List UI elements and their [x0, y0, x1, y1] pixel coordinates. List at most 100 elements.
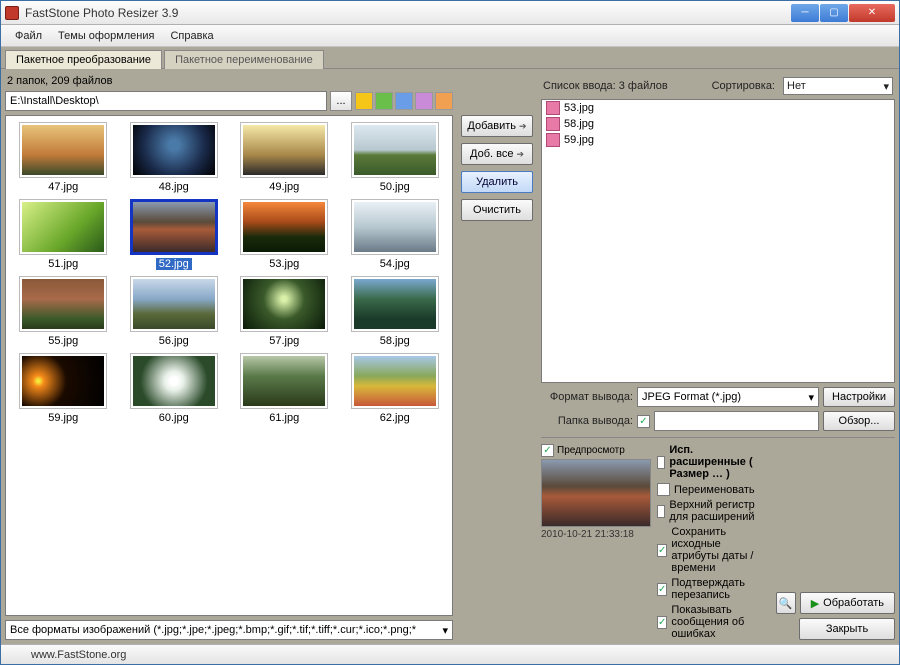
preview-checkbox[interactable]: ✓ — [541, 444, 554, 457]
minimize-button[interactable]: ─ — [791, 4, 819, 22]
output-folder-row: Папка вывода: ✓ Обзор... — [541, 411, 895, 431]
tab-batch-convert[interactable]: Пакетное преобразование — [5, 50, 162, 69]
website-link[interactable]: www.FastStone.org — [31, 649, 126, 661]
thumbnail-item[interactable]: 54.jpg — [344, 199, 447, 270]
menu-help[interactable]: Справка — [162, 28, 221, 44]
list-item-label: 58.jpg — [564, 118, 594, 130]
menu-file[interactable]: Файл — [7, 28, 50, 44]
thumbnail-label: 55.jpg — [45, 335, 81, 347]
settings-button[interactable]: Настройки — [823, 387, 895, 407]
thumbnail-image — [240, 199, 328, 255]
show-errors-label: Показывать сообщения об ошибках — [671, 604, 769, 640]
list-item[interactable]: 58.jpg — [542, 116, 894, 132]
thumbnail-item[interactable]: 57.jpg — [233, 276, 336, 347]
thumbnail-label: 48.jpg — [156, 181, 192, 193]
thumbnail-image — [240, 353, 328, 409]
show-errors-checkbox[interactable]: ✓ — [657, 616, 667, 629]
thumbnail-label: 53.jpg — [266, 258, 302, 270]
file-type-filter[interactable]: Все форматы изображений (*.jpg;*.jpe;*.j… — [5, 620, 453, 640]
format-dropdown[interactable]: JPEG Format (*.jpg) ▾ — [637, 387, 819, 407]
add-all-button[interactable]: Доб. все➔ — [461, 143, 533, 165]
thumbnail-item[interactable]: 51.jpg — [12, 199, 115, 270]
list-item[interactable]: 53.jpg — [542, 100, 894, 116]
thumbnail-image — [19, 276, 107, 332]
rename-checkbox[interactable] — [657, 483, 670, 496]
view-details-icon[interactable] — [435, 92, 453, 110]
image-file-icon — [546, 133, 560, 147]
thumbnail-item[interactable]: 60.jpg — [123, 353, 226, 424]
thumbnail-label: 60.jpg — [156, 412, 192, 424]
app-window: FastStone Photo Resizer 3.9 ─ ▢ ✕ Файл Т… — [0, 0, 900, 665]
add-button[interactable]: Добавить➔ — [461, 115, 533, 137]
thumbnail-item[interactable]: 52.jpg — [123, 199, 226, 270]
window-title: FastStone Photo Resizer 3.9 — [25, 6, 790, 20]
view-thumbnails-icon[interactable] — [395, 92, 413, 110]
toolbar-icons — [355, 92, 453, 110]
thumbnail-item[interactable]: 56.jpg — [123, 276, 226, 347]
thumbnail-label: 59.jpg — [45, 412, 81, 424]
close-window-button[interactable]: Закрыть — [799, 618, 895, 640]
thumbnail-label: 62.jpg — [377, 412, 413, 424]
thumbnail-image — [351, 122, 439, 178]
arrow-right-icon: ➔ — [519, 121, 527, 132]
refresh-icon[interactable] — [375, 92, 393, 110]
thumbnail-image — [351, 276, 439, 332]
thumbnail-image — [351, 353, 439, 409]
thumbnail-item[interactable]: 55.jpg — [12, 276, 115, 347]
browse-output-button[interactable]: Обзор... — [823, 411, 895, 431]
thumbnail-label: 56.jpg — [156, 335, 192, 347]
separator — [541, 437, 895, 438]
uppercase-ext-checkbox[interactable] — [657, 505, 665, 518]
input-file-list[interactable]: 53.jpg 58.jpg 59.jpg — [541, 99, 895, 383]
thumbnail-label: 52.jpg — [156, 258, 192, 270]
tab-batch-rename[interactable]: Пакетное переименование — [164, 50, 324, 69]
thumbnail-item[interactable]: 58.jpg — [344, 276, 447, 347]
thumbnail-item[interactable]: 49.jpg — [233, 122, 336, 193]
file-type-text: Все форматы изображений (*.jpg;*.jpe;*.j… — [10, 624, 416, 636]
format-label: Формат вывода: — [541, 391, 633, 403]
thumbnail-panel[interactable]: 47.jpg 48.jpg 49.jpg50.jpg 51.jpg 52.jpg 53.j… — [5, 115, 453, 616]
maximize-button[interactable]: ▢ — [820, 4, 848, 22]
output-folder-label: Папка вывода: — [541, 415, 633, 427]
thumbnail-item[interactable]: 50.jpg — [344, 122, 447, 193]
thumbnail-item[interactable]: 61.jpg — [233, 353, 336, 424]
confirm-overwrite-checkbox[interactable]: ✓ — [657, 583, 667, 596]
image-file-icon — [546, 101, 560, 115]
menu-themes[interactable]: Темы оформления — [50, 28, 162, 44]
thumbnail-image — [130, 276, 218, 332]
thumbnail-label: 57.jpg — [266, 335, 302, 347]
path-input[interactable] — [5, 91, 327, 111]
folder-up-icon[interactable] — [355, 92, 373, 110]
thumbnail-item[interactable]: 59.jpg — [12, 353, 115, 424]
keep-dates-checkbox[interactable]: ✓ — [657, 544, 667, 557]
browse-folder-button[interactable]: ... — [330, 91, 352, 111]
output-folder-checkbox[interactable]: ✓ — [637, 415, 650, 428]
options-column: Исп. расширенные ( Размер … ) Переименов… — [657, 444, 770, 640]
format-row: Формат вывода: JPEG Format (*.jpg) ▾ Нас… — [541, 387, 895, 407]
transfer-buttons: Добавить➔ Доб. все➔ Удалить Очистить — [459, 73, 535, 640]
thumbnail-label: 47.jpg — [45, 181, 81, 193]
clear-button[interactable]: Очистить — [461, 199, 533, 221]
magnifier-button[interactable]: 🔍 — [776, 592, 796, 614]
tab-body: 2 папок, 209 файлов ... 47.jpg48.jpg49.j… — [1, 68, 899, 644]
view-list-icon[interactable] — [415, 92, 433, 110]
uppercase-ext-label: Верхний регистр для расширений — [669, 499, 769, 523]
bottom-area: ✓ Предпросмотр 2010-10-21 21:33:18 Исп. … — [541, 444, 895, 640]
thumbnail-item[interactable]: 48.jpg — [123, 122, 226, 193]
list-item-label: 53.jpg — [564, 102, 594, 114]
thumbnail-image — [351, 199, 439, 255]
sort-dropdown[interactable]: Нет ▾ — [783, 77, 893, 95]
rename-label: Переименовать — [674, 484, 755, 496]
remove-button[interactable]: Удалить — [461, 171, 533, 193]
close-button[interactable]: ✕ — [849, 4, 895, 22]
output-folder-input[interactable] — [654, 411, 819, 431]
action-buttons: 🔍 ▶Обработать Закрыть — [776, 444, 895, 640]
list-item[interactable]: 59.jpg — [542, 132, 894, 148]
thumbnail-item[interactable]: 62.jpg — [344, 353, 447, 424]
thumbnail-item[interactable]: 47.jpg — [12, 122, 115, 193]
thumbnail-image — [19, 199, 107, 255]
thumbnail-item[interactable]: 53.jpg — [233, 199, 336, 270]
advanced-checkbox[interactable] — [657, 456, 665, 469]
menubar: Файл Темы оформления Справка — [1, 25, 899, 47]
convert-button[interactable]: ▶Обработать — [800, 592, 895, 614]
